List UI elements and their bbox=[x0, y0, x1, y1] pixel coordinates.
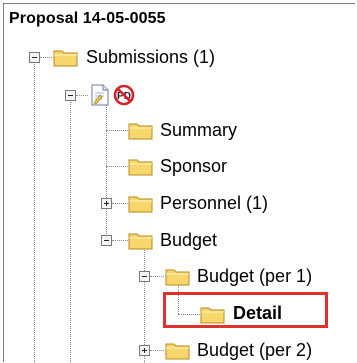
tree-item-label: Budget (per 1) bbox=[197, 266, 313, 286]
document-icon[interactable] bbox=[91, 84, 109, 106]
tree-item-label: Submissions (1) bbox=[86, 47, 216, 67]
tree-item-personnel[interactable]: Personnel (1) bbox=[160, 190, 268, 216]
no-pd-icon[interactable]: PD bbox=[113, 84, 135, 106]
tree-connector bbox=[150, 276, 164, 277]
tree-item-label: Personnel (1) bbox=[160, 193, 269, 213]
folder-icon bbox=[128, 123, 153, 140]
collapse-toggle-icon[interactable] bbox=[29, 52, 40, 63]
tree-item-label: Summary bbox=[160, 120, 238, 140]
tree-connector bbox=[106, 166, 128, 167]
tree-connector bbox=[76, 95, 88, 96]
tree-item-label: Budget (per 2) bbox=[197, 340, 313, 360]
tree-item-sponsor[interactable]: Sponsor bbox=[160, 153, 227, 179]
collapse-toggle-icon[interactable] bbox=[65, 90, 76, 101]
tree-connector bbox=[106, 104, 107, 244]
tree-connector bbox=[112, 203, 128, 204]
tree-connector bbox=[106, 130, 128, 131]
tree-item-submissions[interactable]: Submissions (1) bbox=[86, 44, 215, 70]
folder-icon bbox=[128, 233, 153, 250]
tree-item-label: Sponsor bbox=[160, 156, 228, 176]
tree-item-budget-per-1[interactable]: Budget (per 1) bbox=[197, 263, 312, 289]
tree-connector bbox=[112, 240, 128, 241]
folder-icon bbox=[128, 196, 153, 213]
folder-icon bbox=[53, 50, 78, 67]
expand-toggle-icon[interactable] bbox=[139, 345, 150, 356]
tree-connector bbox=[34, 62, 35, 363]
expand-toggle-icon[interactable] bbox=[101, 198, 112, 209]
collapse-toggle-icon[interactable] bbox=[101, 235, 112, 246]
tree-connector bbox=[70, 100, 71, 363]
folder-icon bbox=[165, 343, 190, 360]
tree-item-label: Budget bbox=[160, 230, 218, 250]
tree-item-budget[interactable]: Budget bbox=[160, 227, 217, 253]
tree-connector bbox=[150, 350, 164, 351]
tree-item-summary[interactable]: Summary bbox=[160, 117, 237, 143]
tree-item-label: Detail bbox=[233, 303, 283, 323]
folder-icon bbox=[128, 159, 153, 176]
tree-connector bbox=[40, 57, 52, 58]
tree-item-detail[interactable]: Detail bbox=[233, 300, 282, 326]
tree-item-budget-per-2[interactable]: Budget (per 2) bbox=[197, 337, 312, 363]
proposal-title: Proposal 14-05-0055 bbox=[9, 10, 166, 27]
folder-icon bbox=[200, 307, 225, 324]
collapse-toggle-icon[interactable] bbox=[139, 271, 150, 282]
folder-icon bbox=[165, 269, 190, 286]
